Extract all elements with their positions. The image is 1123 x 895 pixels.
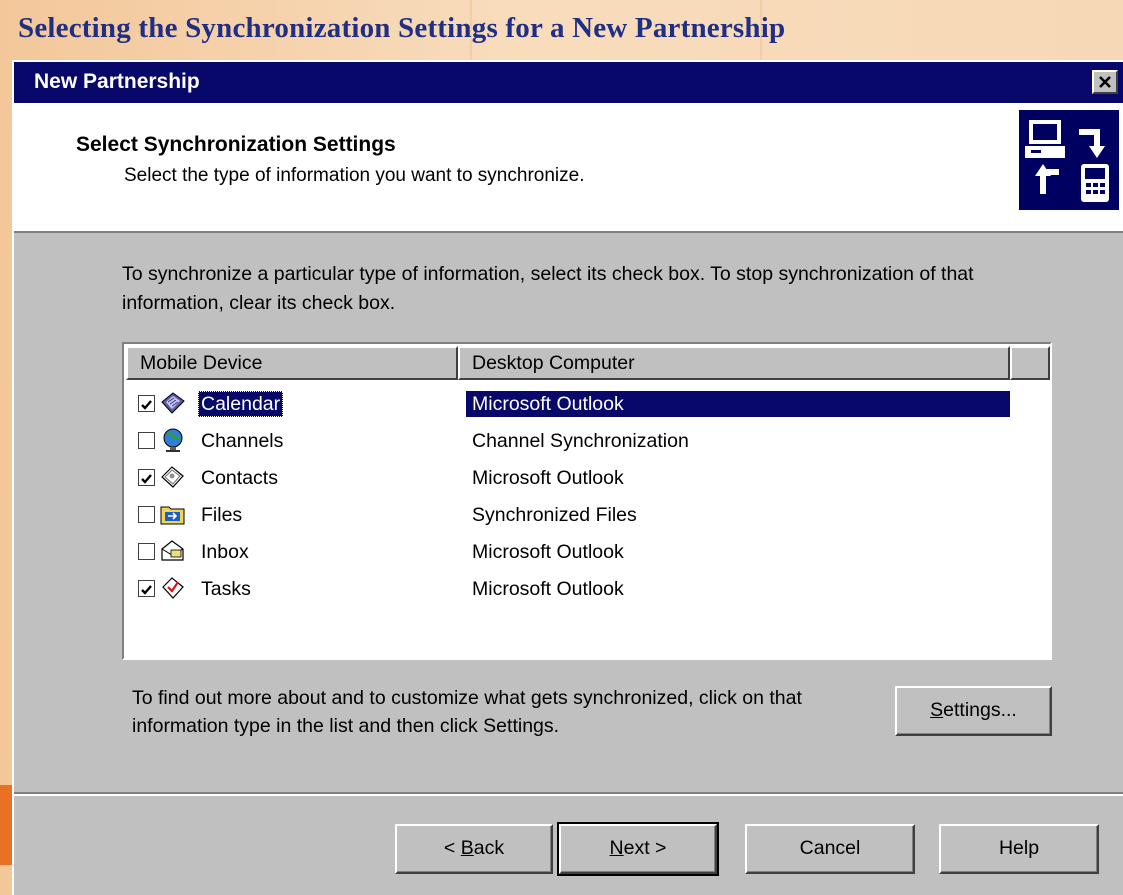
- checkmark-icon: [141, 585, 152, 595]
- help-button[interactable]: Help: [939, 824, 1099, 874]
- inbox-icon: [161, 540, 184, 561]
- close-icon: [1099, 76, 1111, 88]
- back-prefix: <: [443, 837, 461, 859]
- row-desktop-tasks: Microsoft Outlook: [472, 578, 624, 600]
- dialog-title: New Partnership: [34, 70, 200, 93]
- row-desktop-contacts: Microsoft Outlook: [472, 467, 624, 489]
- next-button[interactable]: Next >: [557, 822, 719, 876]
- next-label: ext >: [623, 837, 667, 859]
- row-name-contacts: Contacts: [201, 467, 278, 489]
- row-name-tasks: Tasks: [201, 578, 251, 600]
- sync-types-list[interactable]: Mobile Device Desktop Computer Calendar …: [122, 342, 1052, 660]
- row-name-channels: Channels: [201, 430, 284, 452]
- row-desktop-inbox: Microsoft Outlook: [472, 541, 624, 563]
- column-header-mobile-device[interactable]: Mobile Device: [126, 346, 458, 380]
- column-header-filler: [1010, 346, 1050, 380]
- checkbox-contacts[interactable]: [138, 469, 155, 486]
- dialog-title-bar[interactable]: New Partnership: [14, 62, 1123, 103]
- files-icon: [160, 506, 185, 525]
- calendar-icon: [161, 392, 185, 414]
- checkbox-tasks[interactable]: [138, 580, 155, 597]
- list-row-calendar[interactable]: Calendar Microsoft Outlook: [126, 387, 1010, 421]
- settings-button[interactable]: Settings...: [895, 686, 1052, 736]
- settings-label: ettings...: [943, 699, 1017, 721]
- row-desktop-files: Synchronized Files: [472, 504, 637, 526]
- contacts-icon: [161, 466, 184, 488]
- list-row-files[interactable]: Files Synchronized Files: [126, 498, 1006, 532]
- cancel-label: Cancel: [799, 837, 861, 859]
- row-desktop-channels: Channel Synchronization: [472, 430, 689, 452]
- header-title: Select Synchronization Settings: [76, 133, 396, 156]
- back-mnemonic: B: [460, 837, 474, 859]
- wizard-header: Select Synchronization Settings Select t…: [14, 103, 1123, 233]
- channels-icon: [163, 428, 183, 452]
- close-button[interactable]: [1092, 70, 1118, 94]
- checkmark-icon: [141, 400, 152, 410]
- row-name-inbox: Inbox: [201, 541, 249, 563]
- slide-title: Selecting the Synchronization Settings f…: [18, 12, 786, 44]
- list-row-inbox[interactable]: Inbox Microsoft Outlook: [126, 535, 1006, 569]
- back-label: ack: [473, 837, 505, 859]
- tasks-icon: [162, 577, 184, 599]
- list-row-channels[interactable]: Channels Channel Synchronization: [126, 424, 1006, 458]
- list-row-contacts[interactable]: Contacts Microsoft Outlook: [126, 461, 1006, 495]
- new-partnership-dialog: New Partnership Select Synchronization S…: [12, 60, 1123, 895]
- checkmark-icon: [141, 474, 152, 484]
- column-header-desktop-computer[interactable]: Desktop Computer: [458, 346, 1010, 380]
- settings-help-text: To find out more about and to customize …: [132, 687, 802, 737]
- next-mnemonic: N: [609, 837, 624, 859]
- header-subtitle: Select the type of information you want …: [124, 165, 585, 186]
- checkbox-files[interactable]: [138, 506, 155, 523]
- settings-mnemonic: S: [930, 699, 944, 721]
- cancel-button[interactable]: Cancel: [745, 824, 915, 874]
- checkbox-channels[interactable]: [138, 432, 155, 449]
- checkbox-inbox[interactable]: [138, 543, 155, 560]
- row-name-calendar: Calendar: [198, 391, 284, 417]
- button-separator-highlight: [14, 794, 1123, 796]
- instructions-text: To synchronize a particular type of info…: [122, 263, 974, 314]
- sync-wizard-icon: [1019, 110, 1119, 210]
- back-button[interactable]: < Back: [395, 824, 553, 874]
- slide-accent-bar: [0, 785, 12, 865]
- help-label: Help: [998, 837, 1040, 859]
- checkbox-calendar[interactable]: [138, 395, 155, 412]
- row-desktop-calendar: Microsoft Outlook: [466, 391, 1010, 417]
- list-row-tasks[interactable]: Tasks Microsoft Outlook: [126, 572, 1006, 606]
- row-name-files: Files: [201, 504, 243, 526]
